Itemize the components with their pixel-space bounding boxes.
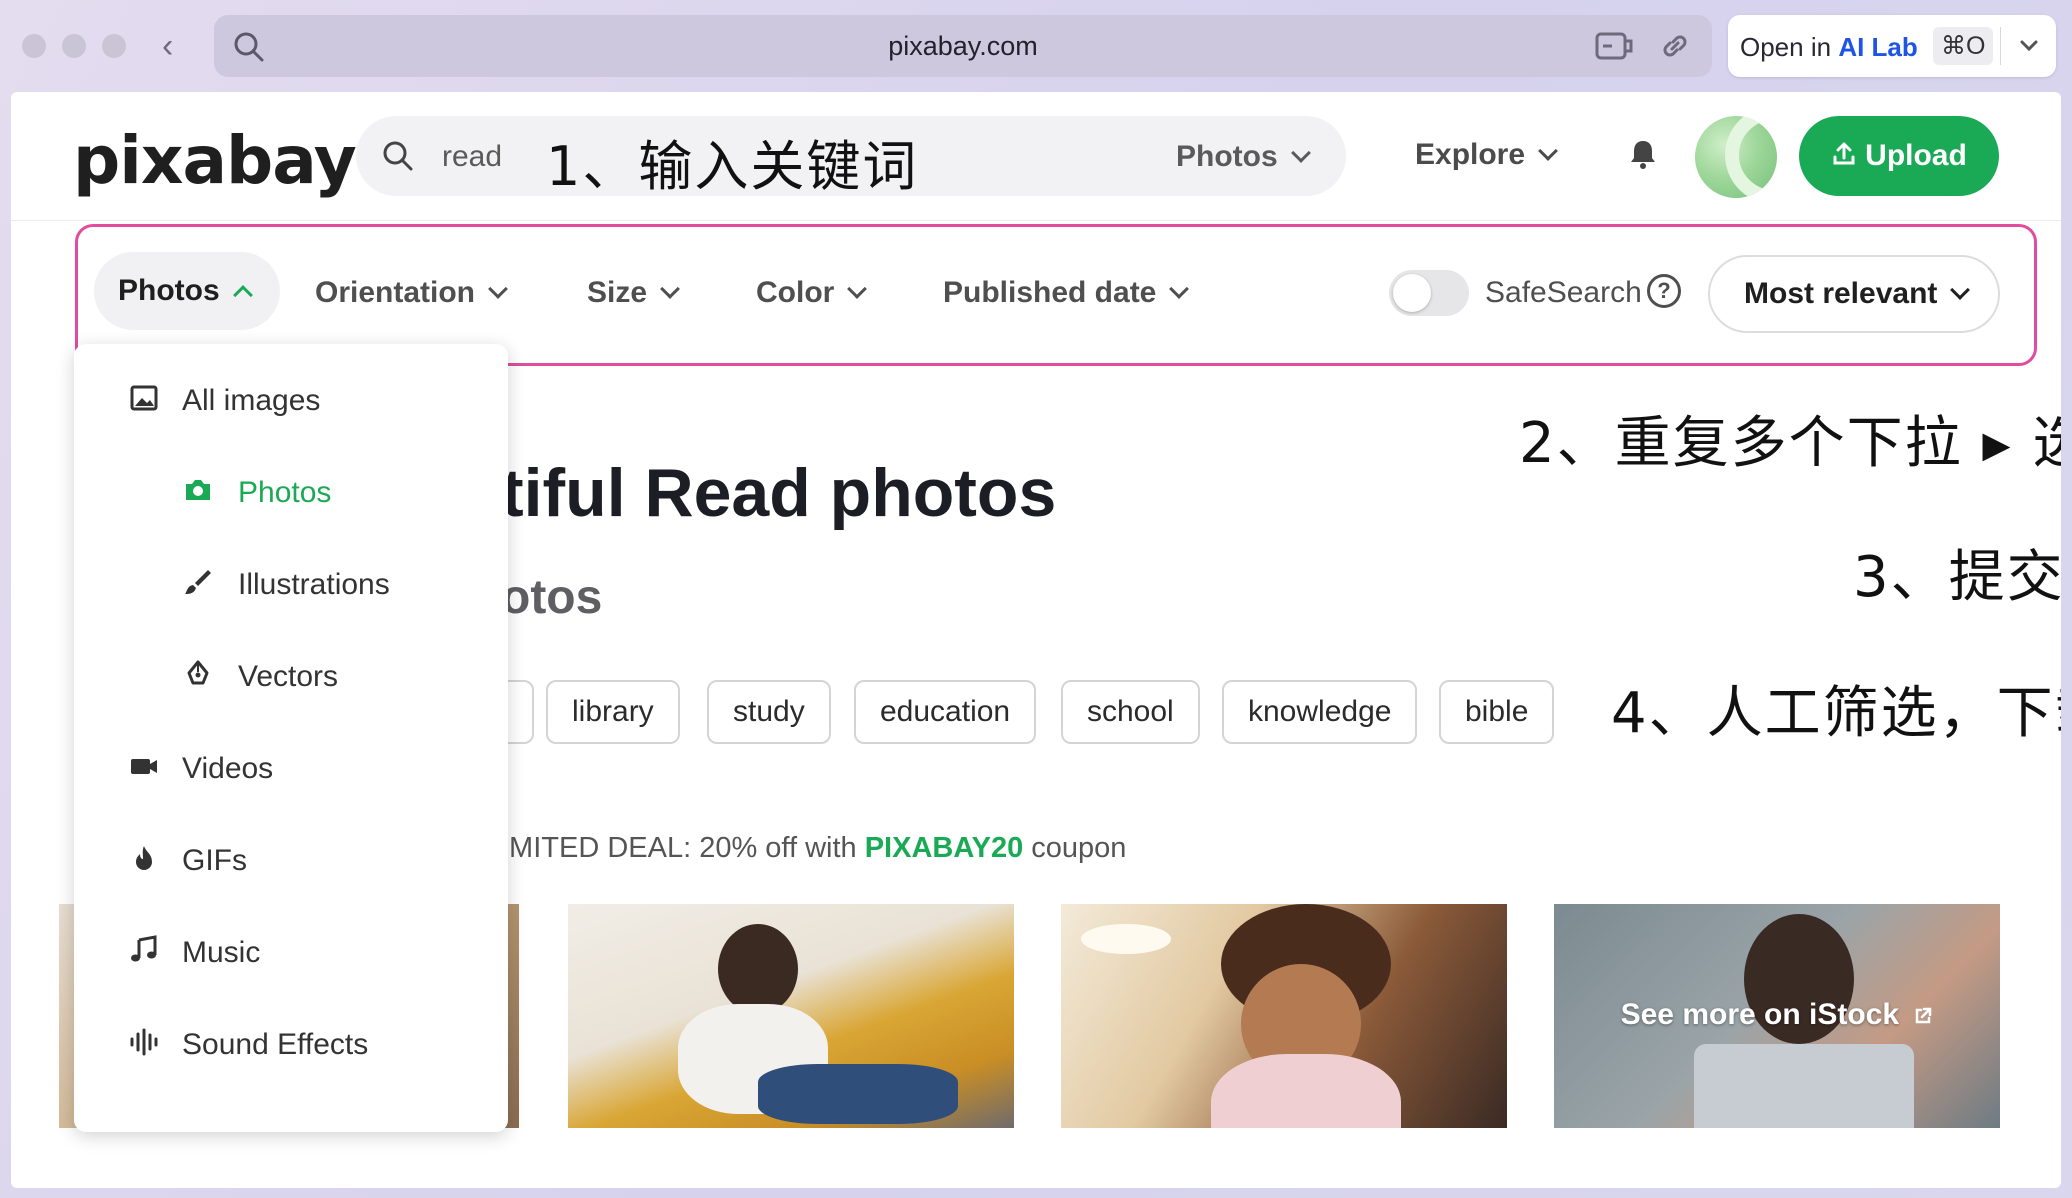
color-filter[interactable]: Color	[756, 276, 868, 310]
dropdown-item-label: All images	[182, 384, 321, 417]
chevron-down-icon[interactable]	[2012, 31, 2046, 61]
chevron-down-icon	[1169, 279, 1190, 299]
external-link-icon	[1916, 1007, 1932, 1024]
header-divider	[11, 220, 2061, 221]
link-icon[interactable]	[1658, 29, 1692, 63]
media-type-filter[interactable]: Photos	[94, 252, 280, 330]
sound-wave-icon	[130, 1028, 158, 1056]
pixabay-page: pixabay read 1、输入关键词 Photos Explore Uplo…	[11, 92, 2061, 1188]
url-text: pixabay.com	[888, 31, 1038, 61]
minimize-window-dot[interactable]	[62, 34, 86, 58]
open-in-ai-lab-button[interactable]: Open in AI Lab ⌘O	[1728, 15, 2056, 77]
annotation-step2: 2、重复多个下拉 ▸ 选择	[1519, 411, 2061, 476]
orientation-label: Orientation	[315, 276, 476, 309]
explore-menu[interactable]: Explore	[1415, 138, 1558, 172]
pen-nib-icon	[187, 660, 209, 685]
flame-icon	[136, 846, 152, 870]
tag-chip[interactable]: education	[854, 680, 1037, 744]
dropdown-item-label: Photos	[238, 476, 332, 509]
video-camera-icon	[131, 759, 157, 774]
music-note-icon	[131, 935, 157, 962]
address-bar[interactable]: pixabay.com	[214, 15, 1712, 77]
coupon-code: PIXABAY20	[864, 832, 1024, 864]
dropdown-item-label: Videos	[182, 752, 274, 785]
dropdown-item-label: Vectors	[238, 660, 339, 693]
photo-thumbnail[interactable]	[568, 904, 1014, 1128]
upload-button[interactable]: Upload	[1799, 116, 1999, 196]
tag-chip[interactable]: library	[546, 680, 680, 744]
published-date-filter[interactable]: Published date	[943, 276, 1190, 310]
image-icon	[130, 385, 158, 411]
back-arrow-icon[interactable]: ‹	[162, 26, 192, 66]
search-type-label: Photos	[1176, 140, 1278, 173]
chevron-down-icon	[847, 279, 868, 299]
avatar[interactable]	[1695, 116, 1777, 198]
close-window-dot[interactable]	[22, 34, 46, 58]
chevron-up-icon	[232, 285, 253, 305]
camera-icon	[186, 480, 210, 500]
page-title: tiful Read photos	[501, 455, 1057, 531]
published-date-label: Published date	[943, 276, 1157, 309]
dropdown-item-label: Illustrations	[238, 568, 390, 601]
ai-lab-label: AI Lab	[1838, 32, 1918, 62]
annotation-step1: 1、输入关键词	[546, 135, 919, 198]
bell-icon[interactable]	[1625, 136, 1661, 172]
upload-icon	[1833, 142, 1855, 165]
divider	[2000, 27, 2001, 65]
dropdown-item-label: Music	[182, 936, 261, 969]
tag-chip[interactable]: study	[707, 680, 831, 744]
upload-label: Upload	[1865, 139, 1967, 172]
chevron-down-icon	[1538, 141, 1558, 161]
safesearch-label: SafeSearch	[1485, 276, 1642, 309]
orientation-filter[interactable]: Orientation	[315, 276, 508, 310]
dropdown-item-label: GIFs	[182, 844, 247, 877]
shortcut-badge: ⌘O	[1933, 27, 1994, 65]
browser-chrome: ‹ pixabay.com Open in AI Lab ⌘O	[0, 0, 2072, 92]
sort-label: Most relevant	[1744, 277, 1938, 310]
dropdown-item-illustrations[interactable]: Illustrations	[74, 554, 508, 614]
photo-thumbnail[interactable]	[1061, 904, 1507, 1128]
dropdown-item-videos[interactable]: Videos	[74, 738, 508, 798]
chevron-down-icon	[1950, 280, 1971, 300]
safesearch-toggle[interactable]	[1389, 270, 1469, 316]
istock-promo-tile[interactable]: See more on iStock	[1554, 904, 2000, 1128]
dropdown-item-vectors[interactable]: Vectors	[74, 646, 508, 706]
sort-dropdown[interactable]: Most relevant	[1708, 255, 2000, 333]
dropdown-item-music[interactable]: Music	[74, 922, 508, 982]
open-in-label: Open in	[1740, 32, 1832, 62]
deal-suffix: coupon	[1023, 832, 1127, 864]
chevron-down-icon	[660, 279, 680, 299]
istock-label: See more on iStock	[1620, 998, 1900, 1031]
color-label: Color	[756, 276, 835, 309]
dropdown-item-sound-effects[interactable]: Sound Effects	[74, 1014, 508, 1074]
help-icon[interactable]: ?	[1647, 274, 1681, 308]
tag-chip[interactable]: bible	[1439, 680, 1555, 744]
search-input[interactable]: read	[442, 140, 502, 174]
annotation-step3: 3、提交	[1853, 545, 2061, 610]
annotation-step4: 4、人工筛选，下载	[1611, 681, 2061, 746]
search-icon[interactable]	[380, 138, 416, 174]
tag-chip[interactable]: knowledge	[1222, 680, 1418, 744]
size-label: Size	[587, 276, 648, 309]
search-type-dropdown[interactable]: Photos	[1176, 140, 1311, 174]
maximize-window-dot[interactable]	[102, 34, 126, 58]
size-filter[interactable]: Size	[587, 276, 680, 310]
dropdown-item-label: Sound Effects	[182, 1028, 369, 1061]
pixabay-logo[interactable]: pixabay	[73, 122, 357, 199]
search-bar[interactable]: read 1、输入关键词 Photos	[356, 116, 1346, 198]
chevron-down-icon	[488, 279, 508, 299]
tag-chip[interactable]: school	[1061, 680, 1200, 744]
deal-prefix: IMITED DEAL: 20% off with	[501, 832, 865, 864]
brush-icon	[185, 570, 211, 594]
dropdown-item-gifs[interactable]: GIFs	[74, 830, 508, 890]
media-type-dropdown-menu: All images Photos Illustrations Vectors	[74, 344, 508, 1132]
dropdown-item-all-images[interactable]: All images	[74, 370, 508, 430]
deal-banner[interactable]: IMITED DEAL: 20% off with PIXABAY20 coup…	[501, 832, 1126, 865]
dropdown-item-photos[interactable]: Photos	[74, 462, 508, 522]
chevron-down-icon	[1290, 143, 1311, 163]
page-subtitle: otos	[501, 571, 603, 624]
explore-label: Explore	[1415, 138, 1526, 171]
media-type-label: Photos	[118, 274, 220, 307]
extension-icon[interactable]	[1594, 29, 1636, 63]
